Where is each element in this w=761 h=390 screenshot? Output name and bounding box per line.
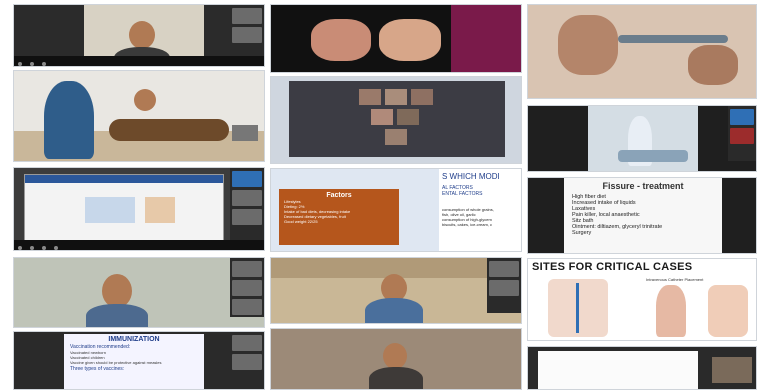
fissure-slide: Fissure - treatment High fiber diet Incr…	[564, 178, 722, 253]
tile-speaker-2	[13, 257, 265, 328]
tile-speaker-room	[13, 4, 265, 67]
slide-caption: Intravenous Catheter Placement	[646, 277, 704, 282]
hand-right	[688, 45, 738, 85]
participant-strip	[487, 258, 521, 313]
patient-lying	[109, 119, 229, 141]
speaker-head	[102, 274, 132, 308]
tile-physio-demo	[13, 70, 265, 162]
slide-title: S WHICH MODI	[442, 172, 500, 181]
speaker-head	[383, 343, 407, 369]
slide-bullet: Surgery	[572, 230, 592, 236]
arm-figure	[708, 285, 748, 337]
slide-panel	[451, 5, 521, 72]
diet-slide: S WHICH MODI AL FACTORS ENTAL FACTORS co…	[439, 169, 521, 251]
hand-left	[558, 15, 618, 75]
shared-window	[24, 174, 224, 246]
slide-title: Factors	[326, 192, 352, 199]
slide-bullet: Good weight 22/25	[284, 219, 318, 224]
factors-slide: Factors Lifestyles Dieting: 2% Intake of…	[279, 189, 399, 245]
speaker-head	[129, 21, 155, 49]
patient-head	[134, 89, 156, 111]
clinic-room	[588, 106, 698, 171]
participant-strip	[230, 332, 264, 379]
participant-thumb	[232, 125, 258, 141]
tile-document-share	[527, 346, 757, 390]
meeting-toolbar	[14, 56, 264, 66]
anatomy-diagram	[548, 279, 608, 337]
slide-title: Fissure - treatment	[602, 181, 684, 191]
meeting-toolbar	[14, 240, 264, 250]
participant-thumb	[712, 357, 752, 383]
body-figure	[656, 285, 686, 337]
tile-speaker-office	[270, 257, 522, 324]
slide-body: biscuits, cakes, ice-cream, c	[442, 222, 493, 227]
immunization-slide: IMMUNIZATION Vaccination recommended: Va…	[64, 334, 204, 389]
tile-skin-slide	[270, 4, 522, 73]
speaker-body	[365, 298, 423, 323]
shared-document	[538, 351, 698, 389]
tile-gallery-monitor	[270, 76, 522, 164]
participant-strip	[230, 168, 264, 240]
monitor-screen	[289, 81, 505, 157]
skin-photo-right	[379, 19, 441, 61]
speaker-body	[86, 304, 148, 327]
slide-title: SITES FOR CRITICAL CASES	[532, 261, 693, 273]
slide-title: IMMUNIZATION	[108, 336, 160, 343]
participant-strip	[230, 258, 264, 317]
tile-factors-slide: Factors Lifestyles Dieting: 2% Intake of…	[270, 168, 522, 252]
tile-clinic-demo	[527, 105, 757, 172]
tile-immunization-slide: IMMUNIZATION Vaccination recommended: Va…	[13, 331, 265, 390]
slide-line: ENTAL FACTORS	[442, 191, 483, 197]
tile-speaker-desk	[270, 328, 522, 390]
tile-critical-slide: SITES FOR CRITICAL CASES Intravenous Cat…	[527, 258, 757, 341]
slide-item: Vaccine given should be protective again…	[70, 360, 162, 365]
participant-strip	[728, 106, 756, 161]
probe-cable	[618, 35, 728, 43]
tile-screen-share	[13, 167, 265, 251]
therapist	[44, 81, 94, 159]
skin-photo-left	[311, 19, 371, 61]
tile-fissure-slide: Fissure - treatment High fiber diet Incr…	[527, 177, 757, 254]
slide-footer: Three types of vaccines:	[70, 366, 125, 372]
speaker-body	[369, 367, 423, 389]
patient-bed	[618, 150, 688, 162]
participant-strip	[230, 5, 264, 56]
tile-ultrasound	[527, 4, 757, 99]
